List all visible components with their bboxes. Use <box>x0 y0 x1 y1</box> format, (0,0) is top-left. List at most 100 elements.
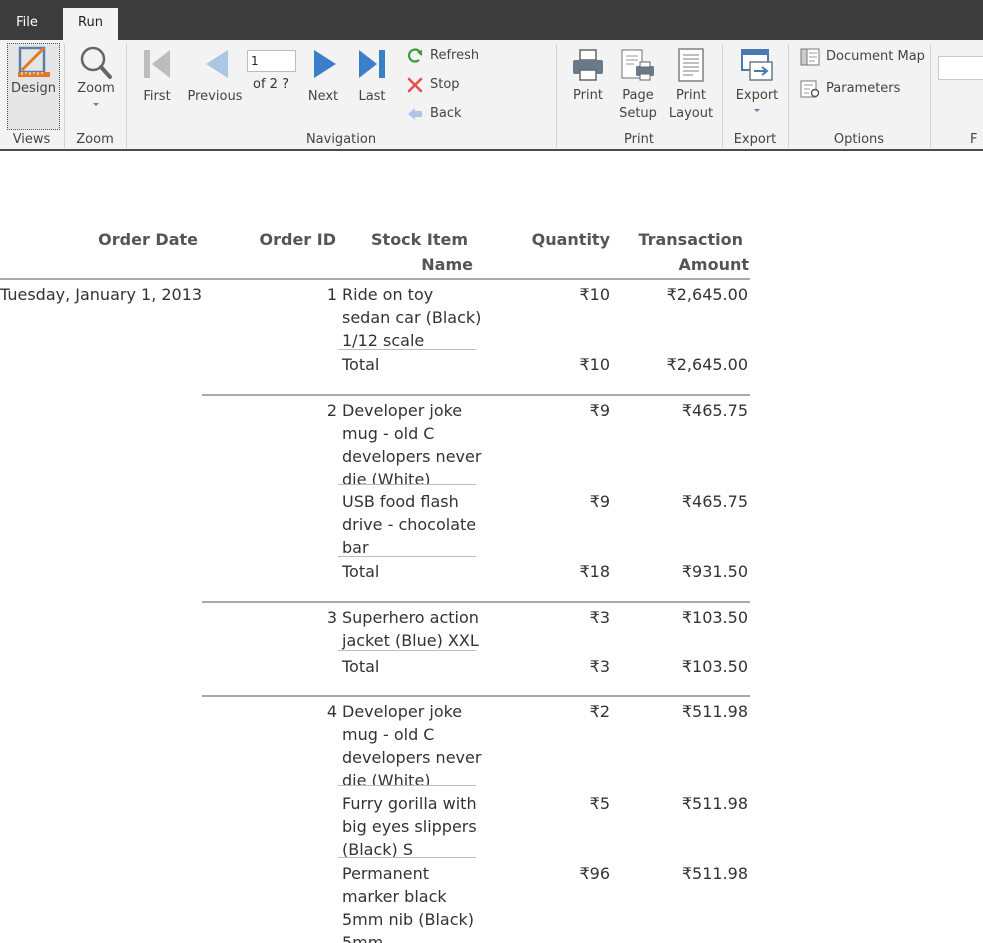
parameters-button[interactable]: Parameters <box>800 80 900 98</box>
group-label-views: Views <box>12 132 51 147</box>
print-layout-button[interactable]: Print Layout <box>666 48 716 123</box>
tab-file[interactable]: File <box>6 8 48 40</box>
item-name-line: Ride on toy <box>342 285 434 304</box>
parameters-label: Parameters <box>826 81 901 96</box>
group-label-find: F <box>970 132 978 147</box>
group-divider <box>930 44 931 148</box>
total-amount-cell: ₹2,645.00 <box>666 355 748 374</box>
printer-icon <box>573 49 603 81</box>
item-divider <box>338 650 476 651</box>
document-map-button[interactable]: Document Map <box>800 48 925 66</box>
page-setup-label-1: Page <box>622 88 654 103</box>
first-page-button[interactable]: First <box>135 48 179 106</box>
next-label: Next <box>307 89 339 104</box>
chevron-down-icon <box>754 109 760 112</box>
zoom-button[interactable]: Zoom <box>68 44 124 108</box>
ribbon-toolbar: Design Views Zoom Zoom First Previous of… <box>0 40 983 151</box>
item-name-block: Developer joke mug - old C developers ne… <box>342 399 482 484</box>
total-label: Total <box>342 562 380 581</box>
amount-cell: ₹465.75 <box>681 401 748 420</box>
item-name-line: developers never <box>342 748 482 767</box>
print-button[interactable]: Print <box>566 48 610 105</box>
print-label: Print <box>573 88 603 103</box>
stop-button[interactable]: Stop <box>406 76 460 94</box>
refresh-button[interactable]: Refresh <box>406 47 479 65</box>
last-label: Last <box>358 89 386 104</box>
item-name-line: 5mm <box>342 933 384 943</box>
item-name-line: Developer joke <box>342 702 463 721</box>
item-divider <box>338 349 476 350</box>
refresh-icon <box>407 48 423 63</box>
stop-label: Stop <box>430 77 460 92</box>
next-page-icon <box>314 50 336 78</box>
header-transaction-2: Amount <box>678 255 749 274</box>
order-id-cell: 3 <box>326 608 337 627</box>
chevron-down-icon <box>93 103 99 106</box>
item-divider <box>338 857 476 858</box>
header-order-id: Order ID <box>259 230 337 249</box>
page-number-input[interactable] <box>247 50 296 72</box>
item-name-line: Developer joke <box>342 401 463 420</box>
refresh-label: Refresh <box>430 48 480 63</box>
last-page-button[interactable]: Last <box>352 48 392 106</box>
design-icon <box>17 46 50 77</box>
group-label-export: Export <box>733 132 777 147</box>
export-button[interactable]: Export <box>732 48 782 114</box>
amount-cell: ₹511.98 <box>681 702 748 721</box>
print-layout-label-2: Layout <box>668 106 714 121</box>
page-setup-label-2: Setup <box>619 106 657 121</box>
item-name-line: big eyes slippers <box>342 817 477 836</box>
group-label-options: Options <box>833 132 885 147</box>
total-quantity-cell: ₹3 <box>589 657 610 676</box>
item-name-line: mug - old C <box>342 725 435 744</box>
item-name-line: mug - old C <box>342 424 435 443</box>
total-quantity-cell: ₹18 <box>579 562 610 581</box>
quantity-cell: ₹3 <box>589 608 610 627</box>
print-layout-label-1: Print <box>676 88 706 103</box>
item-name-block: Developer joke mug - old C developers ne… <box>342 700 482 785</box>
document-map-icon <box>800 48 820 66</box>
export-label: Export <box>735 88 779 103</box>
header-divider <box>0 278 750 280</box>
item-name-line: developers never <box>342 447 482 466</box>
amount-cell: ₹511.98 <box>681 864 748 883</box>
order-divider <box>202 394 750 396</box>
total-label: Total <box>342 657 380 676</box>
quantity-cell: ₹10 <box>579 285 610 304</box>
back-button[interactable]: Back <box>406 105 462 123</box>
magnifier-icon <box>80 46 112 79</box>
quantity-cell: ₹2 <box>589 702 610 721</box>
group-label-print: Print <box>624 132 654 147</box>
item-divider <box>338 484 476 485</box>
item-name-line: Permanent <box>342 864 430 883</box>
tab-run[interactable]: Run <box>63 8 118 40</box>
quantity-cell: ₹9 <box>589 401 610 420</box>
find-input[interactable] <box>938 56 983 80</box>
total-amount-cell: ₹931.50 <box>681 562 748 581</box>
group-label-navigation: Navigation <box>305 132 377 147</box>
document-map-label: Document Map <box>826 49 925 64</box>
previous-page-button[interactable]: Previous <box>185 48 245 106</box>
group-label-zoom: Zoom <box>76 132 114 147</box>
order-id-cell: 4 <box>326 702 337 721</box>
next-page-button[interactable]: Next <box>303 48 343 106</box>
item-name-line: marker black <box>342 887 447 906</box>
header-stock-item: Stock Item <box>371 230 468 249</box>
total-amount-cell: ₹103.50 <box>681 657 748 676</box>
back-arrow-icon <box>408 108 422 120</box>
order-divider <box>202 601 750 603</box>
header-stock-item-2: Name <box>421 255 473 274</box>
back-label: Back <box>430 106 462 121</box>
amount-cell: ₹465.75 <box>681 492 748 511</box>
zoom-label: Zoom <box>77 81 115 96</box>
item-divider <box>338 556 476 557</box>
page-setup-icon <box>621 49 654 81</box>
item-name-line: die (White) <box>342 470 431 484</box>
design-button[interactable]: Design <box>7 43 60 130</box>
export-icon <box>741 49 773 81</box>
report-viewer: Order Date Order ID Stock Item Name Quan… <box>0 153 983 943</box>
header-order-date: Order Date <box>98 230 198 249</box>
total-quantity-cell: ₹10 <box>579 355 610 374</box>
item-name-line: sedan car (Black) <box>342 308 482 327</box>
page-setup-button[interactable]: Page Setup <box>615 48 661 123</box>
